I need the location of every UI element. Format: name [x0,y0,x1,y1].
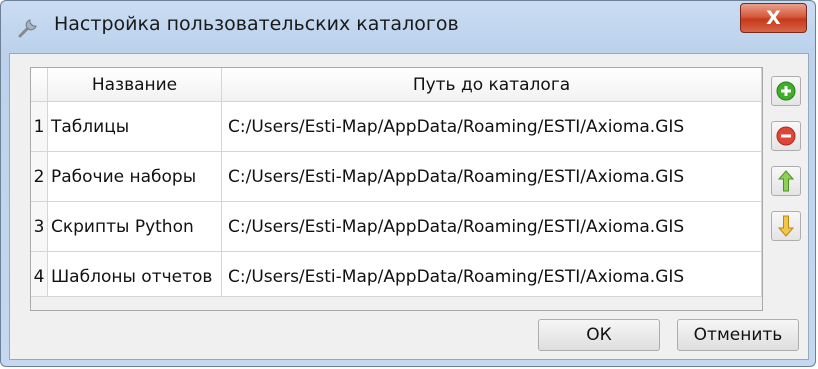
column-header-path[interactable]: Путь до каталога [221,68,762,102]
row-number: 4 [31,251,48,302]
catalog-path-cell[interactable]: C:/Users/Esti-Map/AppData/Roaming/ESTI/A… [221,251,762,302]
catalog-path-cell[interactable]: C:/Users/Esti-Map/AppData/Roaming/ESTI/A… [221,201,762,252]
dialog-window: Настройка пользовательских каталогов X Н… [0,0,816,367]
add-icon [776,81,796,101]
arrow-up-icon [778,170,794,192]
remove-icon [776,126,796,146]
dialog-body: Название Путь до каталога 1 Таблицы C:/U… [9,53,809,360]
catalog-path-cell[interactable]: C:/Users/Esti-Map/AppData/Roaming/ESTI/A… [221,101,762,152]
catalog-name-cell[interactable]: Рабочие наборы [47,151,222,202]
table-row[interactable]: 3 Скрипты Python C:/Users/Esti-Map/AppDa… [31,201,762,252]
catalog-path-cell[interactable]: C:/Users/Esti-Map/AppData/Roaming/ESTI/A… [221,151,762,202]
table-row[interactable]: 2 Рабочие наборы C:/Users/Esti-Map/AppDa… [31,151,762,202]
wrench-icon [18,19,37,38]
row-number: 2 [31,151,48,202]
move-down-button[interactable] [771,211,801,241]
catalog-name-cell[interactable]: Скрипты Python [47,201,222,252]
catalog-name-cell[interactable]: Шаблоны отчетов [47,251,222,302]
catalog-name-cell[interactable]: Таблицы [47,101,222,152]
table-row[interactable]: 1 Таблицы C:/Users/Esti-Map/AppData/Roam… [31,101,762,152]
row-number: 1 [31,101,48,152]
title-bar[interactable]: Настройка пользовательских каталогов X [1,1,815,49]
row-number: 3 [31,201,48,252]
catalog-table: Название Путь до каталога 1 Таблицы C:/U… [30,67,763,311]
arrow-down-icon [778,215,794,237]
add-button[interactable] [771,76,801,106]
move-up-button[interactable] [771,166,801,196]
table-header-row: Название Путь до каталога [31,68,762,102]
cancel-button[interactable]: Отменить [677,319,799,351]
column-header-name[interactable]: Название [47,68,222,102]
window-title: Настройка пользовательских каталогов [54,13,459,35]
close-button[interactable]: X [740,3,807,33]
header-corner[interactable] [31,68,48,102]
table-row[interactable]: 4 Шаблоны отчетов C:/Users/Esti-Map/AppD… [31,251,762,302]
ok-button[interactable]: ОК [538,319,660,351]
horizontal-scrollbar[interactable] [31,296,762,310]
remove-button[interactable] [771,121,801,151]
